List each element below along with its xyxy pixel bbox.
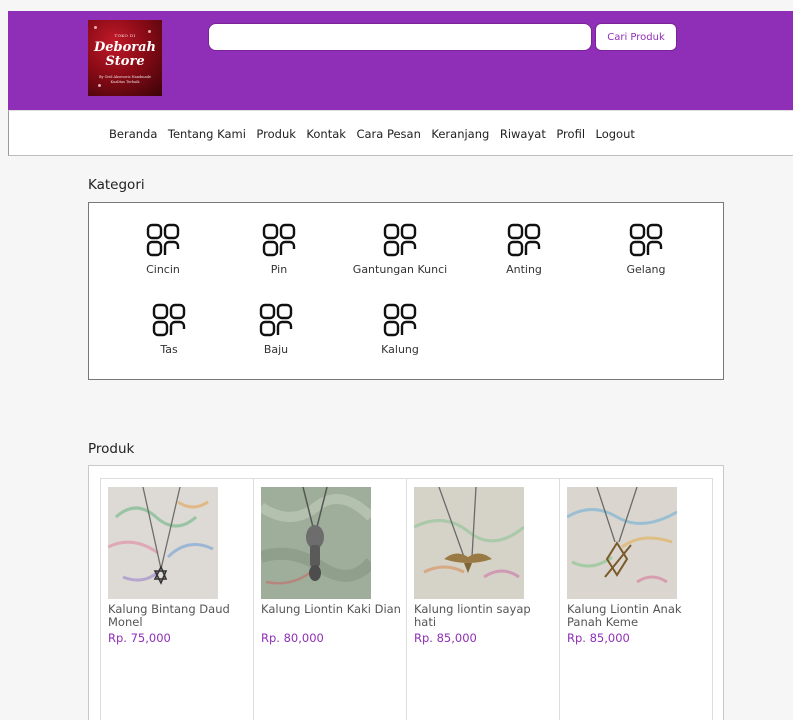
nav-item-beranda[interactable]: Beranda [109, 127, 157, 141]
search-input[interactable] [208, 23, 592, 51]
product-price: Rp. 85,000 [567, 631, 630, 645]
nav-item-tentang-kami[interactable]: Tentang Kami [168, 127, 246, 141]
product-name[interactable]: Kalung liontin sayap hati [414, 603, 556, 629]
grid-icon [629, 223, 663, 257]
grid-icon [507, 223, 541, 257]
product-image[interactable] [567, 487, 677, 599]
category-panel: Cincin Pin Gantungan Kunci Anting Gelang… [88, 202, 724, 380]
grid-icon [259, 303, 293, 337]
necklace-dian-photo [261, 487, 371, 599]
grid-icon [146, 223, 180, 257]
necklace-wing-heart-photo [414, 487, 524, 599]
necklace-star-photo [108, 487, 218, 599]
grid-icon [152, 303, 186, 337]
nav-list: Beranda Tentang Kami Produk Kontak Cara … [109, 111, 645, 157]
product-card[interactable]: Kalung Liontin Anak Panah Keme Rp. 85,00… [559, 478, 713, 720]
logo-top-text: TOKO DI [114, 33, 136, 38]
product-panel: Kalung Bintang Daud Monel Rp. 75,000 Kal… [88, 465, 724, 720]
category-item-gelang[interactable]: Gelang [581, 223, 711, 287]
logo-tagline: By Grid Aksesoris Handmade Kualitas Terb… [98, 75, 152, 84]
grid-icon [262, 223, 296, 257]
product-price: Rp. 80,000 [261, 631, 324, 645]
product-name[interactable]: Kalung Liontin Kaki Dian [261, 603, 403, 616]
header-bar: TOKO DI Deborah Store By Grid Aksesoris … [8, 11, 793, 110]
category-label: Baju [263, 343, 289, 356]
product-price: Rp. 85,000 [414, 631, 477, 645]
product-image[interactable] [108, 487, 218, 599]
nav-item-profil[interactable]: Profil [556, 127, 585, 141]
category-item-gantungan-kunci[interactable]: Gantungan Kunci [335, 223, 465, 287]
main-nav: Beranda Tentang Kami Produk Kontak Cara … [8, 110, 793, 156]
necklace-arrow-photo [567, 487, 677, 599]
category-item-anting[interactable]: Anting [459, 223, 589, 287]
category-label: Kalung [381, 343, 419, 356]
grid-icon [383, 303, 417, 337]
nav-item-cara-pesan[interactable]: Cara Pesan [356, 127, 420, 141]
logo-sparkle [94, 26, 97, 29]
product-card[interactable]: Kalung Bintang Daud Monel Rp. 75,000 [100, 478, 254, 720]
logo-brand-line1: Deborah [93, 40, 157, 55]
store-logo[interactable]: TOKO DI Deborah Store By Grid Aksesoris … [88, 20, 162, 96]
nav-item-kontak[interactable]: Kontak [306, 127, 346, 141]
produk-heading: Produk [88, 441, 135, 457]
product-name[interactable]: Kalung Bintang Daud Monel [108, 603, 250, 629]
category-item-pin[interactable]: Pin [214, 223, 344, 287]
nav-item-logout[interactable]: Logout [596, 127, 635, 141]
category-label: Gantungan Kunci [352, 263, 448, 276]
product-name[interactable]: Kalung Liontin Anak Panah Keme [567, 603, 709, 629]
product-image[interactable] [414, 487, 524, 599]
grid-icon [383, 223, 417, 257]
category-item-cincin[interactable]: Cincin [98, 223, 228, 287]
kategori-heading: Kategori [88, 177, 145, 193]
category-label: Gelang [626, 263, 666, 276]
category-label: Anting [506, 263, 542, 276]
category-item-kalung[interactable]: Kalung [335, 303, 465, 367]
category-label: Cincin [146, 263, 180, 276]
product-image[interactable] [261, 487, 371, 599]
search-button[interactable]: Cari Produk [595, 23, 677, 51]
category-item-baju[interactable]: Baju [211, 303, 341, 367]
product-card[interactable]: Kalung liontin sayap hati Rp. 85,000 [406, 478, 560, 720]
logo-brand-line2: Store [105, 54, 145, 69]
nav-item-riwayat[interactable]: Riwayat [500, 127, 546, 141]
nav-item-produk[interactable]: Produk [256, 127, 296, 141]
product-price: Rp. 75,000 [108, 631, 171, 645]
product-card[interactable]: Kalung Liontin Kaki Dian Rp. 80,000 [253, 478, 407, 720]
category-label: Pin [270, 263, 288, 276]
nav-item-keranjang[interactable]: Keranjang [431, 127, 489, 141]
